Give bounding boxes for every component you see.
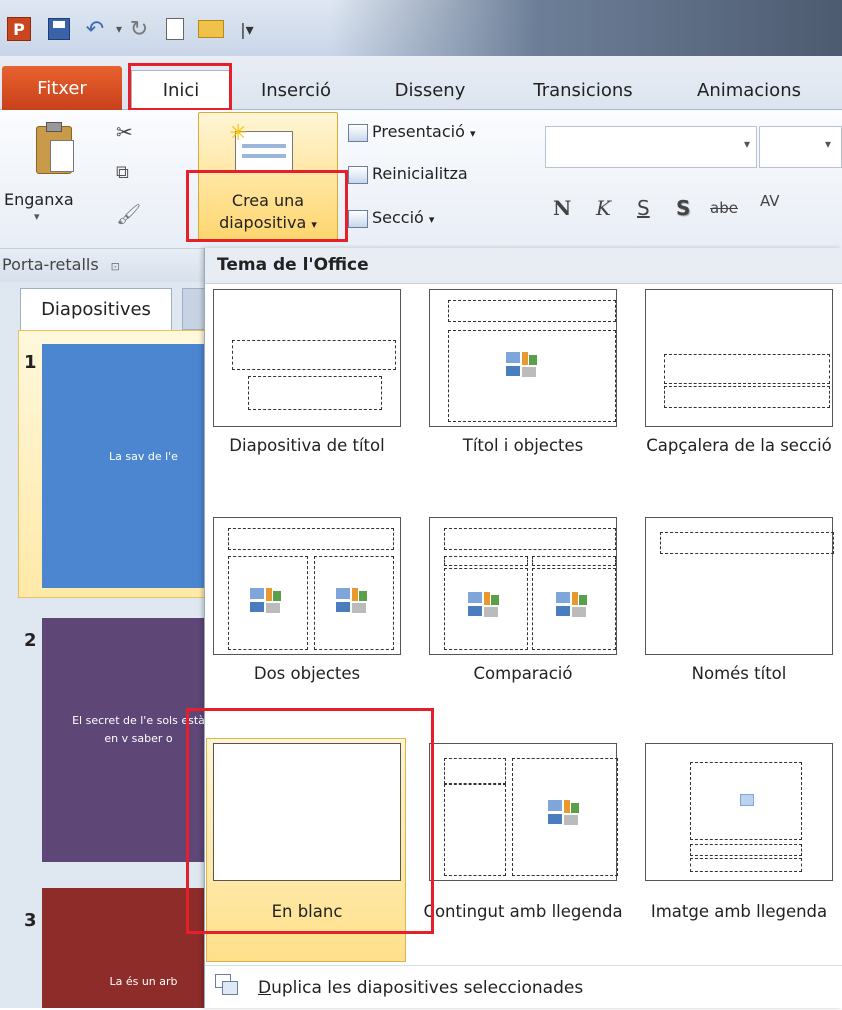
layout-caption: Títol i objectes [462, 436, 584, 455]
duplicate-label: Duplica les diapositives seleccionades [258, 978, 584, 998]
content-placeholder-icon [506, 352, 540, 378]
shadow-button[interactable]: S [676, 196, 690, 220]
layout-preview [429, 517, 617, 655]
slide-number-2: 2 [24, 630, 37, 651]
new-icon[interactable] [160, 14, 190, 44]
tab-design[interactable]: Disseny [380, 70, 480, 110]
layout-caption: Capçalera de la secció [646, 436, 832, 455]
duplicate-icon [215, 974, 241, 998]
open-icon[interactable] [196, 14, 226, 44]
paste-button[interactable]: Enganxa [4, 190, 74, 209]
character-spacing-button[interactable]: AV [760, 192, 780, 210]
layout-label: Presentació [372, 122, 465, 141]
layout-icon [348, 123, 368, 142]
format-painter-icon[interactable]: 🖌 [116, 202, 141, 226]
layout-preview [645, 517, 834, 655]
layout-preview [429, 289, 617, 427]
paste-dropdown-icon[interactable]: ▾ [34, 210, 40, 223]
content-placeholder-icon [556, 592, 590, 618]
content-placeholder-icon [336, 588, 370, 614]
reset-button[interactable]: Reinicialitza [348, 164, 468, 184]
gallery-heading: Tema de l'Office [205, 248, 842, 284]
slide-preview-1[interactable]: La sav de l'e [42, 344, 205, 588]
tab-transitions[interactable]: Transicions [518, 70, 648, 110]
layout-caption: Dos objectes [253, 664, 361, 683]
italic-button[interactable]: K [596, 196, 611, 220]
slide-number-3: 3 [24, 910, 37, 931]
section-button[interactable]: Secció ▾ [348, 208, 434, 228]
clipboard-group-text: Porta-retalls [2, 255, 99, 274]
layout-caption: Diapositiva de títol [229, 436, 385, 455]
paste-icon[interactable] [36, 122, 76, 176]
font-size-select[interactable]: ▾ [759, 126, 842, 168]
save-icon[interactable] [44, 14, 74, 44]
strikethrough-button[interactable]: abe [710, 199, 738, 217]
star-icon: ✳ [229, 121, 248, 146]
font-name-select[interactable]: ▾ [545, 126, 757, 168]
layout-caption: Només títol [691, 664, 787, 683]
dialog-launcher-icon[interactable]: ⊡ [111, 260, 120, 273]
redo-icon[interactable]: ↻ [124, 14, 154, 44]
title-bar: P ↶ ▾ ↻ |▾ [0, 0, 842, 56]
layout-caption: Comparació [473, 664, 573, 683]
tab-outline[interactable] [182, 288, 205, 330]
tab-insert[interactable]: Inserció [248, 70, 344, 110]
highlight-new-slide [186, 170, 348, 242]
slide-preview-2[interactable]: El secret de l'e sols està en v saber o [42, 618, 205, 862]
layout-preview [429, 743, 618, 881]
reset-label: Reinicialitza [372, 164, 468, 183]
layout-preview [645, 743, 833, 881]
duplicate-slides-item[interactable]: Duplica les diapositives seleccionades [205, 965, 842, 1008]
highlight-home-tab [128, 63, 232, 111]
layout-button[interactable]: Presentació ▾ [348, 122, 476, 142]
layout-caption: Contingut amb llegenda [423, 902, 623, 921]
layout-caption: Imatge amb llegenda [650, 902, 828, 921]
picture-placeholder-icon [740, 794, 754, 806]
customize-icon[interactable]: |▾ [232, 14, 262, 44]
copy-icon[interactable]: ⧉ [116, 162, 129, 183]
underline-button[interactable]: S [637, 196, 650, 220]
content-placeholder-icon [548, 800, 582, 826]
cut-icon[interactable]: ✂ [116, 120, 133, 144]
content-placeholder-icon [250, 588, 284, 614]
tab-animations[interactable]: Animacions [684, 70, 814, 110]
content-placeholder-icon [468, 592, 502, 618]
clipboard-group-label: Porta-retalls ⊡ [0, 248, 205, 282]
bold-button[interactable]: N [553, 196, 571, 220]
powerpoint-logo-icon[interactable]: P [4, 14, 34, 44]
section-icon [348, 209, 368, 228]
slide-preview-3[interactable]: La és un arb [42, 888, 205, 1008]
section-label: Secció [372, 208, 424, 227]
reset-icon [348, 165, 368, 184]
layout-preview [213, 517, 401, 655]
tab-slides[interactable]: Diapositives [20, 288, 172, 330]
tab-file[interactable]: Fitxer [2, 66, 122, 110]
layout-preview [213, 289, 401, 427]
slide-number-1: 1 [24, 352, 37, 373]
layout-preview [645, 289, 833, 427]
highlight-blank-layout [186, 708, 434, 934]
